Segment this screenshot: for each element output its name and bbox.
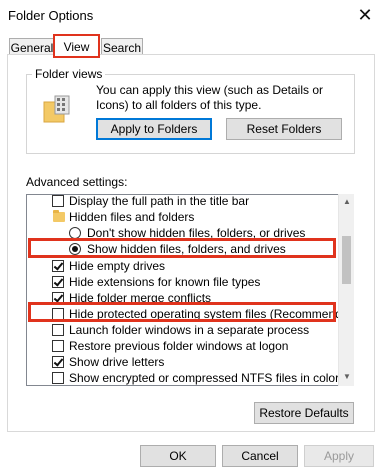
list-item[interactable]: Hide extensions for known file types [27, 274, 339, 291]
list-item[interactable]: Don't show hidden files, folders, or dri… [27, 225, 339, 242]
list-item-label: Show hidden files, folders, and drives [87, 242, 286, 256]
folder-view-icon [42, 94, 72, 124]
ok-button[interactable]: OK [140, 445, 216, 467]
scroll-up-icon[interactable]: ▲ [339, 194, 355, 210]
checkbox[interactable] [52, 324, 64, 336]
scroll-down-icon[interactable]: ▼ [339, 369, 355, 385]
title-bar: Folder Options ✕ [0, 0, 382, 32]
reset-folders-button[interactable]: Reset Folders [226, 118, 342, 140]
list-item-label: Launch folder windows in a separate proc… [69, 323, 310, 337]
checkbox[interactable] [52, 260, 64, 272]
restore-defaults-button[interactable]: Restore Defaults [254, 402, 354, 424]
list-item-label: Hide folder merge conflicts [69, 291, 212, 305]
scrollbar-thumb[interactable] [342, 236, 351, 284]
advanced-settings-list[interactable]: Display the full path in the title bar H… [26, 194, 354, 386]
checkbox[interactable] [52, 276, 64, 288]
vertical-scrollbar[interactable]: ▲ ▼ [338, 194, 354, 386]
list-item[interactable]: Launch folder windows in a separate proc… [27, 322, 339, 339]
apply-to-folders-button[interactable]: Apply to Folders [96, 118, 212, 140]
list-item-label: Show drive letters [69, 355, 165, 369]
checkbox[interactable] [52, 195, 64, 207]
checkbox[interactable] [52, 340, 64, 352]
close-icon[interactable]: ✕ [353, 3, 377, 27]
cancel-button[interactable]: Cancel [222, 445, 298, 467]
folder-icon [53, 210, 65, 222]
list-item-label: Hide protected operating system files (R… [69, 307, 354, 321]
window-title: Folder Options [8, 8, 94, 23]
list-item[interactable]: Display the full path in the title bar [27, 194, 339, 210]
checkbox[interactable] [52, 308, 64, 320]
apply-button[interactable]: Apply [304, 445, 374, 467]
list-item-label: Hide extensions for known file types [69, 275, 261, 289]
folder-views-label: Folder views [32, 67, 106, 81]
list-item[interactable]: Show hidden files, folders, and drives [27, 241, 339, 258]
list-item[interactable]: Show drive letters [27, 354, 339, 371]
folder-views-description: You can apply this view (such as Details… [96, 83, 324, 112]
list-item[interactable]: Hide protected operating system files (R… [27, 306, 353, 323]
list-item[interactable]: Show encrypted or compressed NTFS files … [27, 370, 340, 385]
radio-button[interactable] [69, 227, 81, 239]
list-item[interactable]: Hide empty drives [27, 258, 339, 275]
advanced-settings-label: Advanced settings: [26, 175, 128, 189]
list-item-label: Show encrypted or compressed NTFS files … [69, 371, 340, 385]
list-item-label: Don't show hidden files, folders, or dri… [87, 226, 306, 240]
list-item[interactable]: Hide folder merge conflicts [27, 290, 339, 307]
list-item-label: Hide empty drives [69, 259, 166, 273]
radio-button[interactable] [69, 243, 81, 255]
list-item-label: Display the full path in the title bar [69, 194, 250, 208]
checkbox[interactable] [52, 356, 64, 368]
tab-view[interactable]: View [53, 34, 100, 58]
list-item-label: Restore previous folder windows at logon [69, 339, 289, 353]
list-item-label: Hidden files and folders [69, 210, 195, 224]
list-item: Hidden files and folders [27, 209, 339, 226]
list-item[interactable]: Restore previous folder windows at logon [27, 338, 339, 355]
checkbox[interactable] [52, 292, 64, 304]
checkbox[interactable] [52, 372, 64, 384]
